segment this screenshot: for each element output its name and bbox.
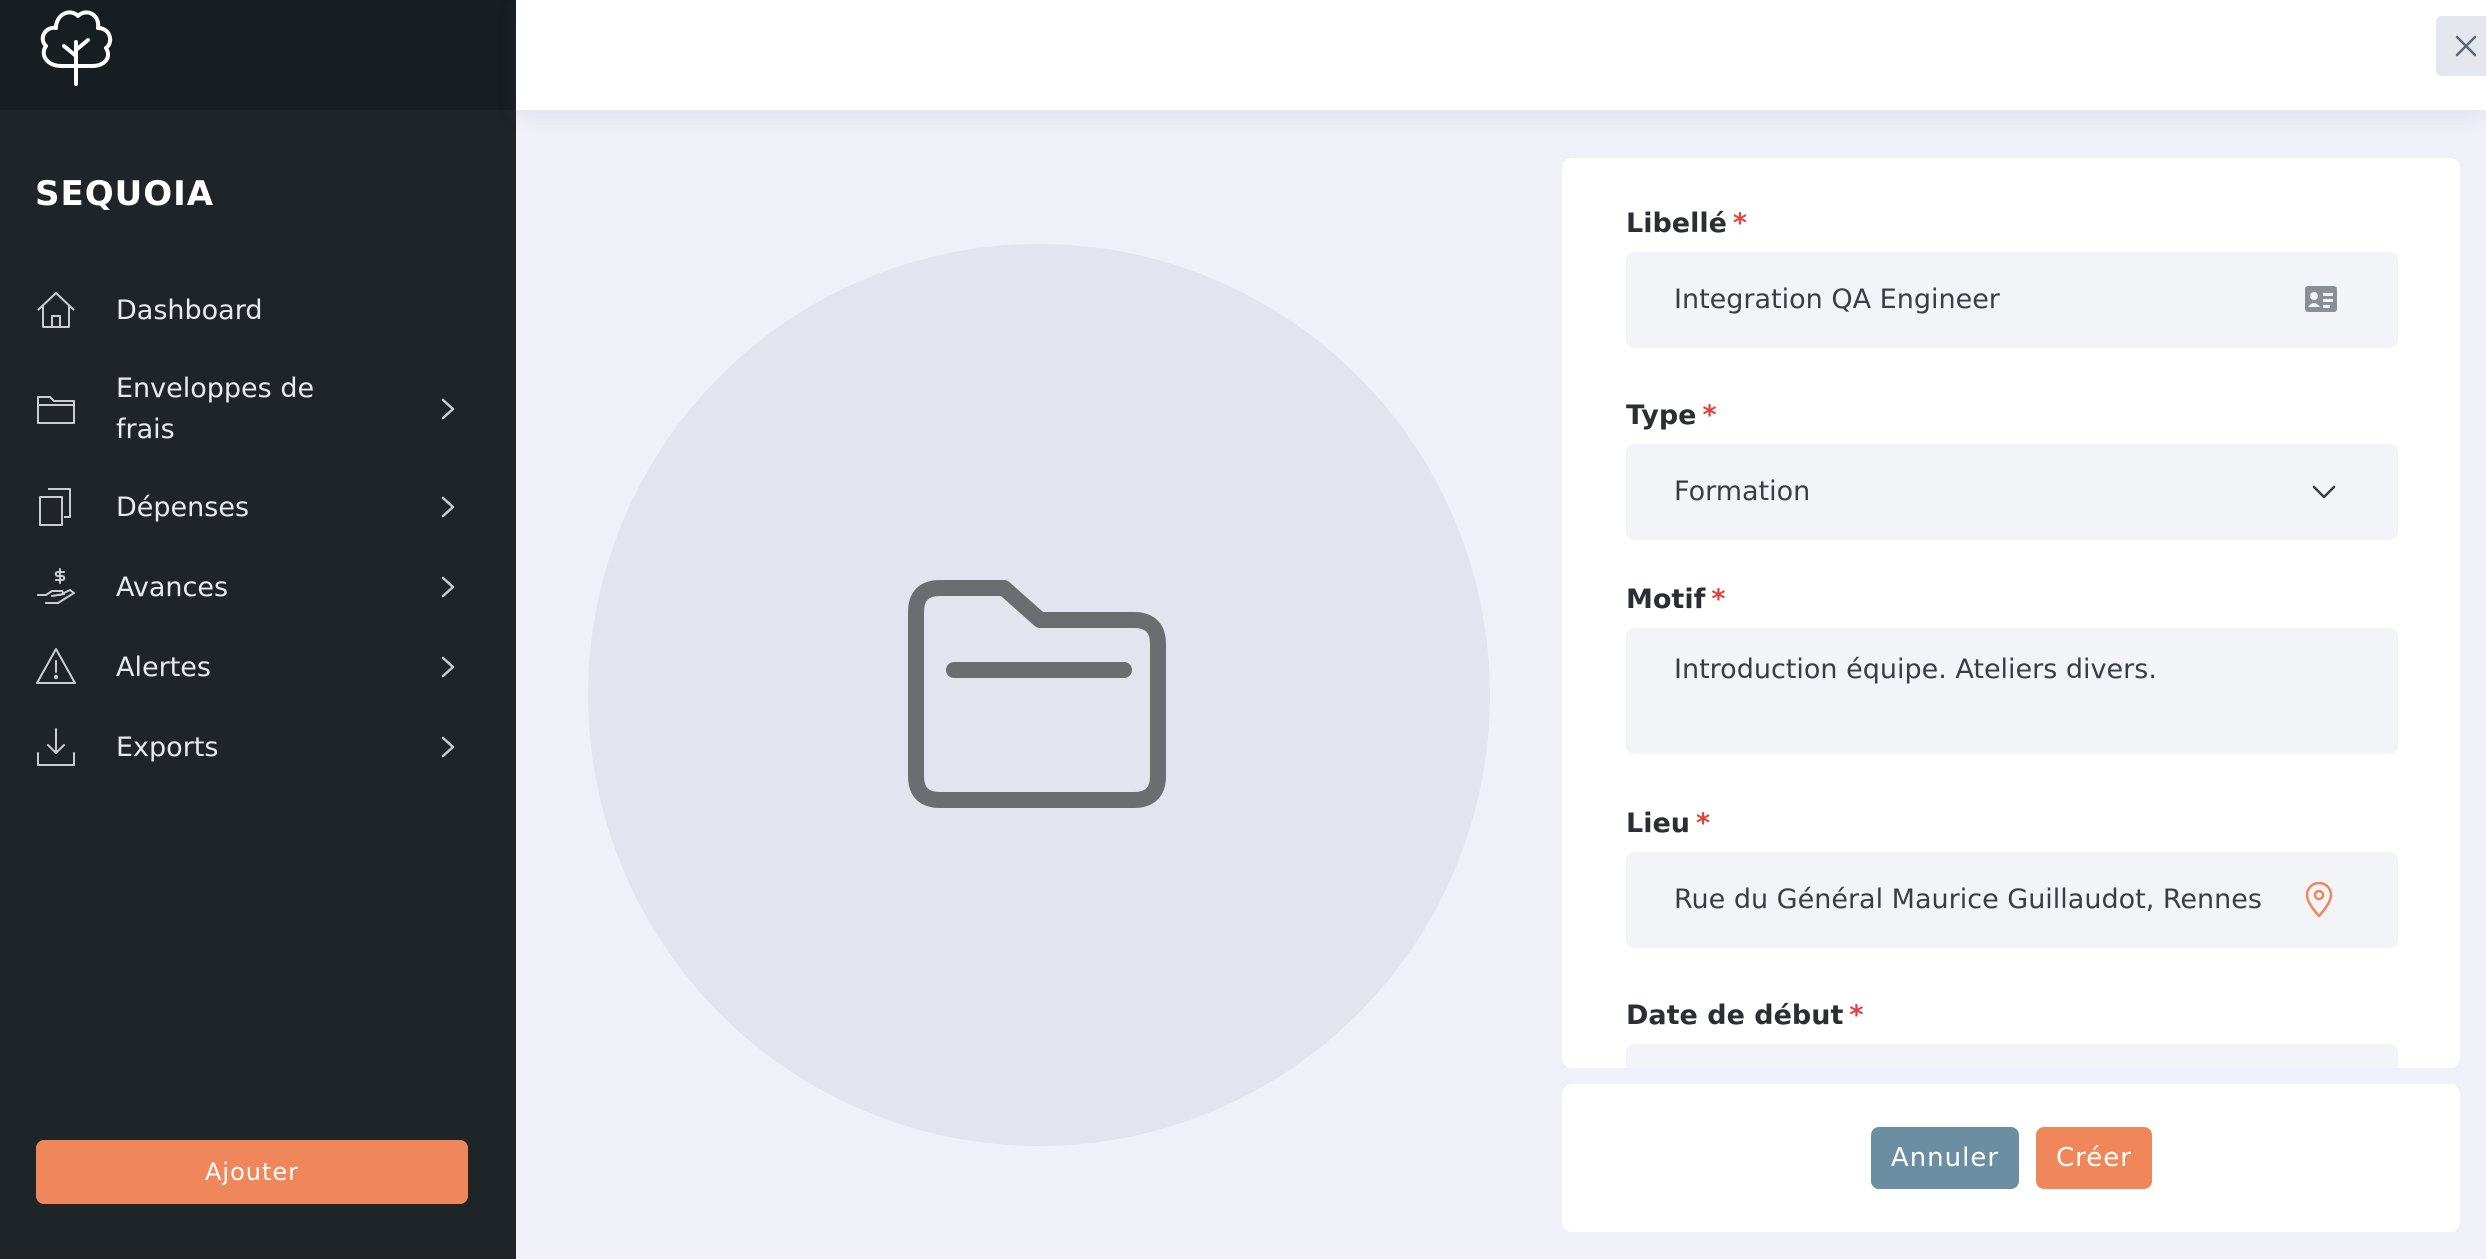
date-debut-input[interactable] bbox=[1626, 1044, 2398, 1068]
download-icon bbox=[37, 728, 75, 766]
warning-icon bbox=[36, 648, 76, 684]
libelle-value: Integration QA Engineer bbox=[1674, 284, 2000, 315]
chevron-right-icon bbox=[441, 576, 455, 598]
tree-logo-icon bbox=[40, 10, 113, 86]
libelle-input[interactable]: Integration QA Engineer bbox=[1626, 252, 2398, 348]
sidebar-item-depenses[interactable]: Dépenses bbox=[0, 472, 516, 542]
date-debut-label: Date de début * bbox=[1626, 1000, 1864, 1031]
hand-dollar-icon bbox=[37, 568, 75, 604]
id-card-icon bbox=[2305, 286, 2337, 312]
lieu-label: Lieu * bbox=[1626, 808, 1710, 839]
close-button[interactable] bbox=[2436, 16, 2486, 76]
motif-label: Motif * bbox=[1626, 584, 1725, 615]
chevron-right-icon bbox=[441, 398, 455, 420]
lieu-label-text: Lieu bbox=[1626, 808, 1690, 839]
folder-illustration-icon bbox=[908, 580, 1166, 808]
type-label-text: Type bbox=[1626, 400, 1697, 431]
home-icon bbox=[37, 292, 75, 328]
motif-label-text: Motif bbox=[1626, 584, 1706, 615]
lieu-input[interactable]: Rue du Général Maurice Guillaudot, Renne… bbox=[1626, 852, 2398, 948]
close-icon bbox=[2455, 35, 2477, 57]
create-button[interactable]: Créer bbox=[2036, 1127, 2152, 1189]
required-marker: * bbox=[1711, 584, 1726, 615]
sidebar-item-enveloppes[interactable]: Enveloppes de frais bbox=[0, 366, 516, 452]
lieu-value: Rue du Général Maurice Guillaudot, Renne… bbox=[1674, 884, 2262, 915]
libelle-label: Libellé * bbox=[1626, 208, 1747, 239]
map-pin-icon[interactable] bbox=[2304, 882, 2334, 918]
motif-value: Introduction équipe. Ateliers divers. bbox=[1674, 654, 2157, 685]
type-select[interactable]: Formation bbox=[1626, 444, 2398, 540]
sidebar-item-dashboard[interactable]: Dashboard bbox=[0, 275, 516, 345]
chevron-down-icon bbox=[2312, 485, 2336, 499]
required-marker: * bbox=[1849, 1000, 1864, 1031]
sidebar-item-exports[interactable]: Exports bbox=[0, 712, 516, 782]
type-value: Formation bbox=[1674, 476, 1811, 507]
type-label: Type * bbox=[1626, 400, 1717, 431]
required-marker: * bbox=[1732, 208, 1748, 239]
cancel-button[interactable]: Annuler bbox=[1871, 1127, 2019, 1189]
libelle-label-text: Libellé bbox=[1626, 208, 1727, 239]
folder-icon bbox=[37, 396, 75, 424]
chevron-right-icon bbox=[441, 496, 455, 518]
form-actions: Annuler Créer bbox=[1562, 1084, 2460, 1232]
form-card: Libellé * Integration QA Engineer Type * F… bbox=[1562, 158, 2460, 1068]
sidebar-item-alertes[interactable]: Alertes bbox=[0, 632, 516, 702]
required-marker: * bbox=[1696, 808, 1711, 839]
chevron-right-icon bbox=[441, 736, 455, 758]
chevron-right-icon bbox=[441, 656, 455, 678]
add-button[interactable]: Ajouter bbox=[36, 1140, 468, 1204]
sidebar-item-label: Enveloppes de frais bbox=[116, 373, 315, 445]
sidebar-item-label: Avances bbox=[116, 571, 229, 603]
required-marker: * bbox=[1702, 400, 1717, 431]
brand-name: SEQUOIA bbox=[35, 174, 215, 214]
sidebar-header bbox=[0, 0, 516, 110]
date-debut-label-text: Date de début bbox=[1626, 1000, 1844, 1031]
documents-icon bbox=[39, 488, 71, 526]
sidebar-item-avances[interactable]: Avances bbox=[0, 552, 516, 622]
sidebar-item-label: Alertes bbox=[116, 651, 211, 683]
sidebar-item-label: Exports bbox=[116, 731, 219, 763]
sidebar-item-label: Dépenses bbox=[116, 491, 250, 523]
motif-textarea[interactable]: Introduction équipe. Ateliers divers. bbox=[1626, 628, 2398, 754]
sidebar: SEQUOIA Dashboard Enveloppes de frais Dé… bbox=[0, 0, 516, 1259]
top-bar bbox=[516, 0, 2486, 110]
sidebar-item-label: Dashboard bbox=[116, 294, 263, 326]
